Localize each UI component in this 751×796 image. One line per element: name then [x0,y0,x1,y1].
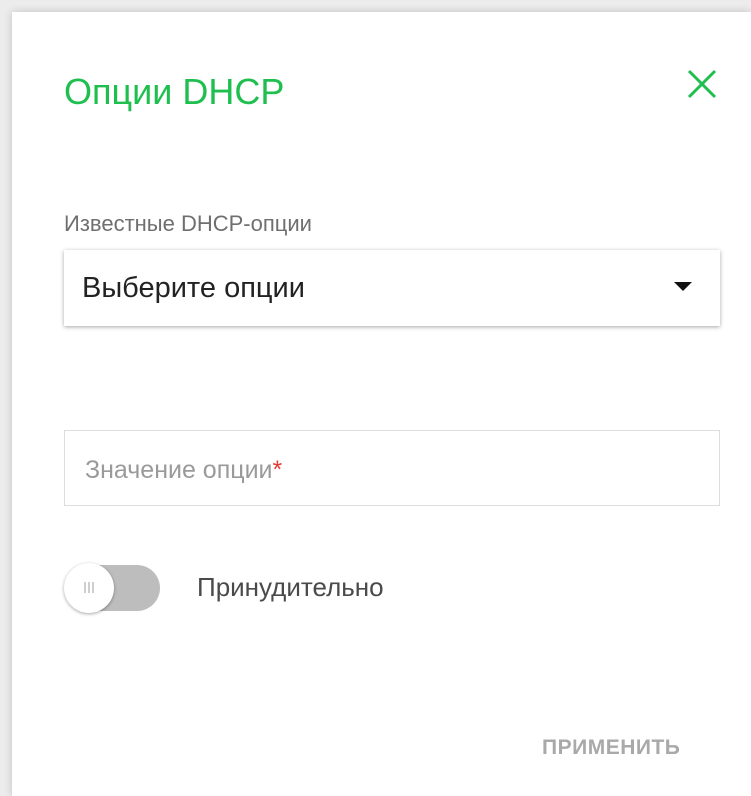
apply-button[interactable]: ПРИМЕНИТЬ [542,734,680,762]
close-icon [687,69,717,99]
toggle-knob [64,563,114,613]
known-options-selected-value: Выберите опции [82,272,305,304]
force-toggle-label: Принудительно [197,572,384,602]
known-options-label: Известные DHCP-опции [64,211,312,236]
force-toggle[interactable] [62,561,162,615]
close-button[interactable] [680,62,724,106]
dropdown-arrow-icon [674,282,692,291]
dialog-title: Опции DHCP [64,71,285,112]
known-options-select[interactable]: Выберите опции [64,250,720,326]
dhcp-options-dialog: Опции DHCP Известные DHCP-опции Выберите… [12,12,751,796]
option-value-placeholder: Значение опции* [85,456,283,484]
option-value-input[interactable]: Значение опции* [64,430,720,506]
required-mark: * [272,456,283,484]
